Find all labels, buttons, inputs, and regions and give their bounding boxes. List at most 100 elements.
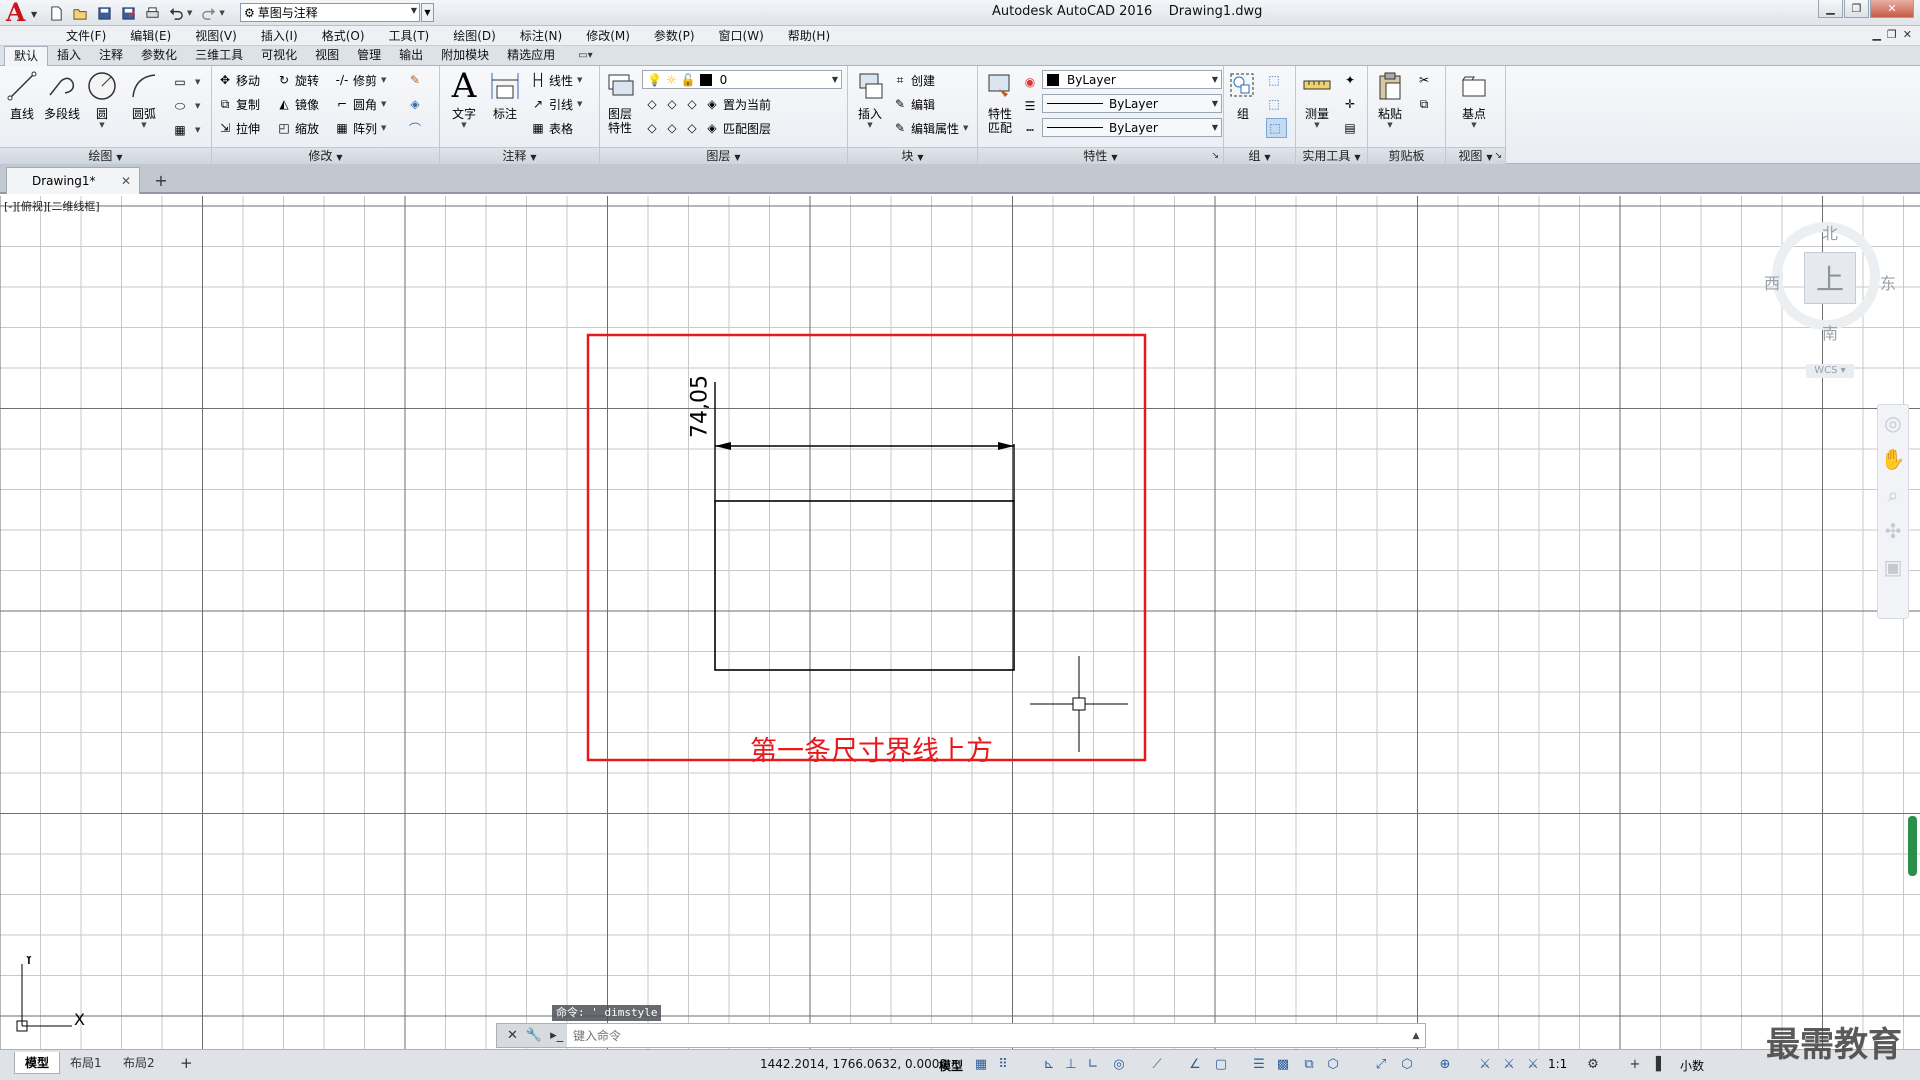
layout-tab-layout2[interactable]: 布局2 (113, 1052, 165, 1074)
linear-button[interactable]: ├┤ 线性 ▼ (530, 70, 583, 90)
save-as-icon[interactable] (118, 3, 138, 23)
dialog-launcher-icon[interactable]: ↘ (1494, 148, 1502, 164)
line-button[interactable]: 直线 (2, 68, 42, 121)
viewcube-top-face[interactable]: 上 (1804, 252, 1856, 304)
tab-featured-apps[interactable]: 精选应用 (498, 46, 564, 66)
panel-title-clipboard[interactable]: 剪贴板 (1368, 147, 1445, 164)
snap-toggle-icon[interactable]: ⠿ (994, 1056, 1012, 1074)
polar-tracking-icon[interactable]: ◎ (1110, 1056, 1128, 1074)
drawn-rectangle[interactable] (714, 500, 1015, 671)
annotation-scale-icon[interactable]: ⚔ (1524, 1056, 1542, 1074)
command-input[interactable] (567, 1025, 1407, 1046)
workspace-select[interactable]: ⚙ 草图与注释 ▼ (240, 3, 420, 22)
layer-properties-button[interactable]: 图层 特性 (600, 68, 640, 135)
cursor-coordinates[interactable]: 1442.2014, 1766.0632, 0.0000 (760, 1057, 947, 1071)
base-view-button[interactable]: 基点 ▼ (1454, 68, 1494, 129)
undo-dropdown-icon[interactable]: ▼ (187, 9, 192, 17)
dynamic-input-icon[interactable]: ⊥ (1062, 1056, 1080, 1074)
tab-default[interactable]: 默认 (4, 46, 49, 67)
create-block-button[interactable]: ⌗ 创建 (892, 70, 935, 90)
trim-button[interactable]: -/- 修剪 ▼ (334, 70, 387, 90)
steering-wheel-icon[interactable]: ◎ (1878, 405, 1908, 441)
menu-file[interactable]: 文件(F) (54, 28, 118, 44)
dimension-text[interactable]: 74,05 (688, 371, 713, 443)
ribbon-minimize-icon[interactable]: ▭▾ (578, 46, 592, 66)
compass-east[interactable]: 东 (1880, 270, 1896, 294)
menu-edit[interactable]: 编辑(E) (118, 28, 183, 44)
table-button[interactable]: ▦ 表格 (530, 118, 573, 138)
tab-addins[interactable]: 附加模块 (432, 46, 498, 66)
layout-tab-layout1[interactable]: 布局1 (60, 1052, 112, 1074)
cut-button[interactable]: ✂ (1416, 70, 1435, 90)
restore-button[interactable]: ❐ (1844, 0, 1869, 18)
match-properties-button[interactable]: 特性 匹配 (980, 68, 1020, 135)
group-edit-button[interactable]: ⬚ (1266, 94, 1285, 114)
annotation-monitor-icon[interactable]: + (1626, 1056, 1644, 1074)
annotation-scale[interactable]: 1:1 (1548, 1057, 1567, 1071)
selection-filter-icon[interactable]: ⬡ (1398, 1056, 1416, 1074)
array-button[interactable]: ▦ 阵列 ▼ (334, 118, 386, 138)
drawing-canvas[interactable]: [-][俯视][二维线框] 74,05 第一条尺寸界线上方 上 北 南 西 东 … (0, 196, 1920, 1049)
tab-visualize[interactable]: 可视化 (252, 46, 306, 66)
close-button[interactable]: ✕ (1870, 0, 1914, 18)
pan-icon[interactable]: ✋ (1878, 441, 1908, 477)
rotate-button[interactable]: ↻ 旋转 (276, 70, 319, 90)
layer-tool-4[interactable]: ◇ (644, 118, 663, 138)
arc-button[interactable]: 圆弧 ▼ (124, 68, 164, 129)
showmotion-icon[interactable]: ▣ (1878, 549, 1908, 585)
layout-tab-model[interactable]: 模型 (14, 1052, 61, 1074)
object-snap-icon[interactable]: ▢ (1212, 1056, 1230, 1074)
color-wheel-button[interactable]: ◉ (1022, 72, 1041, 92)
point-button[interactable]: ✛ (1342, 94, 1361, 114)
color-select[interactable]: ByLayer ▼ (1042, 70, 1222, 89)
edit-block-button[interactable]: ✎ 编辑 (892, 94, 935, 114)
gizmo-icon[interactable]: ⊕ (1436, 1056, 1454, 1074)
orbit-icon[interactable]: ✣ (1878, 513, 1908, 549)
menu-parametric[interactable]: 参数(P) (642, 28, 707, 44)
grid-toggle-icon[interactable]: ▦ (972, 1056, 990, 1074)
add-layout-button[interactable]: + (170, 1052, 203, 1074)
open-icon[interactable] (70, 3, 90, 23)
leader-button[interactable]: ↗ 引线 ▼ (530, 94, 582, 114)
panel-title-draw[interactable]: 绘图 ▼ (0, 147, 211, 164)
transparency-button[interactable]: ┉ (1022, 120, 1041, 140)
panel-title-block[interactable]: 块 ▼ (848, 147, 977, 164)
copy-clip-button[interactable]: ⧉ (1416, 94, 1435, 114)
wcs-menu[interactable]: WCS ▾ (1806, 364, 1854, 378)
erase-button[interactable]: ✎ (407, 70, 426, 90)
auto-scale-icon[interactable]: ⚔ (1500, 1056, 1518, 1074)
ellipse-button[interactable]: ⬭ ▼ (172, 96, 201, 116)
menu-format[interactable]: 格式(O) (310, 28, 377, 44)
scroll-indicator[interactable] (1908, 816, 1917, 876)
panel-title-properties[interactable]: 特性 ▼ ↘ (978, 147, 1223, 164)
command-history-toggle-icon[interactable]: ▲ (1407, 1031, 1425, 1041)
dimension-button[interactable]: 标注 (485, 68, 525, 121)
compass-west[interactable]: 西 (1764, 270, 1780, 294)
plot-icon[interactable] (142, 3, 162, 23)
menu-dimension[interactable]: 标注(N) (508, 28, 574, 44)
hatch-button[interactable]: ▦ ▼ (172, 120, 200, 140)
undo-icon[interactable] (166, 3, 186, 23)
menu-window[interactable]: 窗口(W) (707, 28, 776, 44)
match-layer-button[interactable]: ◈ 匹配图层 (704, 118, 771, 138)
edit-attributes-button[interactable]: ✎ 编辑属性 ▼ (892, 118, 968, 138)
redo-icon[interactable] (198, 3, 218, 23)
file-tab-drawing1[interactable]: Drawing1* ✕ (6, 167, 140, 194)
lineweight-toggle-icon[interactable]: ☰ (1250, 1056, 1268, 1074)
isodraft-icon[interactable]: ⟋ (1148, 1056, 1166, 1074)
copy-button[interactable]: ⧉ 复制 (217, 94, 260, 114)
rectangle-button[interactable]: ▭ ▼ (172, 72, 200, 92)
layer-tool-1[interactable]: ◇ (644, 94, 663, 114)
tab-output[interactable]: 输出 (390, 46, 432, 66)
linear-dimension[interactable] (714, 382, 1015, 501)
layer-tool-3[interactable]: ◇ (684, 94, 703, 114)
move-button[interactable]: ✥ 移动 (217, 70, 260, 90)
layer-select[interactable]: 💡 ☼ 🔓 0 ▼ (642, 70, 842, 89)
redo-dropdown-icon[interactable]: ▼ (219, 9, 224, 17)
group-selection-toggle[interactable]: ⬚ (1266, 118, 1287, 138)
customize-qat-button[interactable]: ▼ (421, 3, 434, 22)
panel-title-utilities[interactable]: 实用工具 ▼ (1296, 147, 1367, 164)
close-icon[interactable]: ✕ (121, 168, 131, 194)
tab-3d-tools[interactable]: 三维工具 (186, 46, 252, 66)
quick-select-button[interactable]: ✦ (1342, 70, 1361, 90)
